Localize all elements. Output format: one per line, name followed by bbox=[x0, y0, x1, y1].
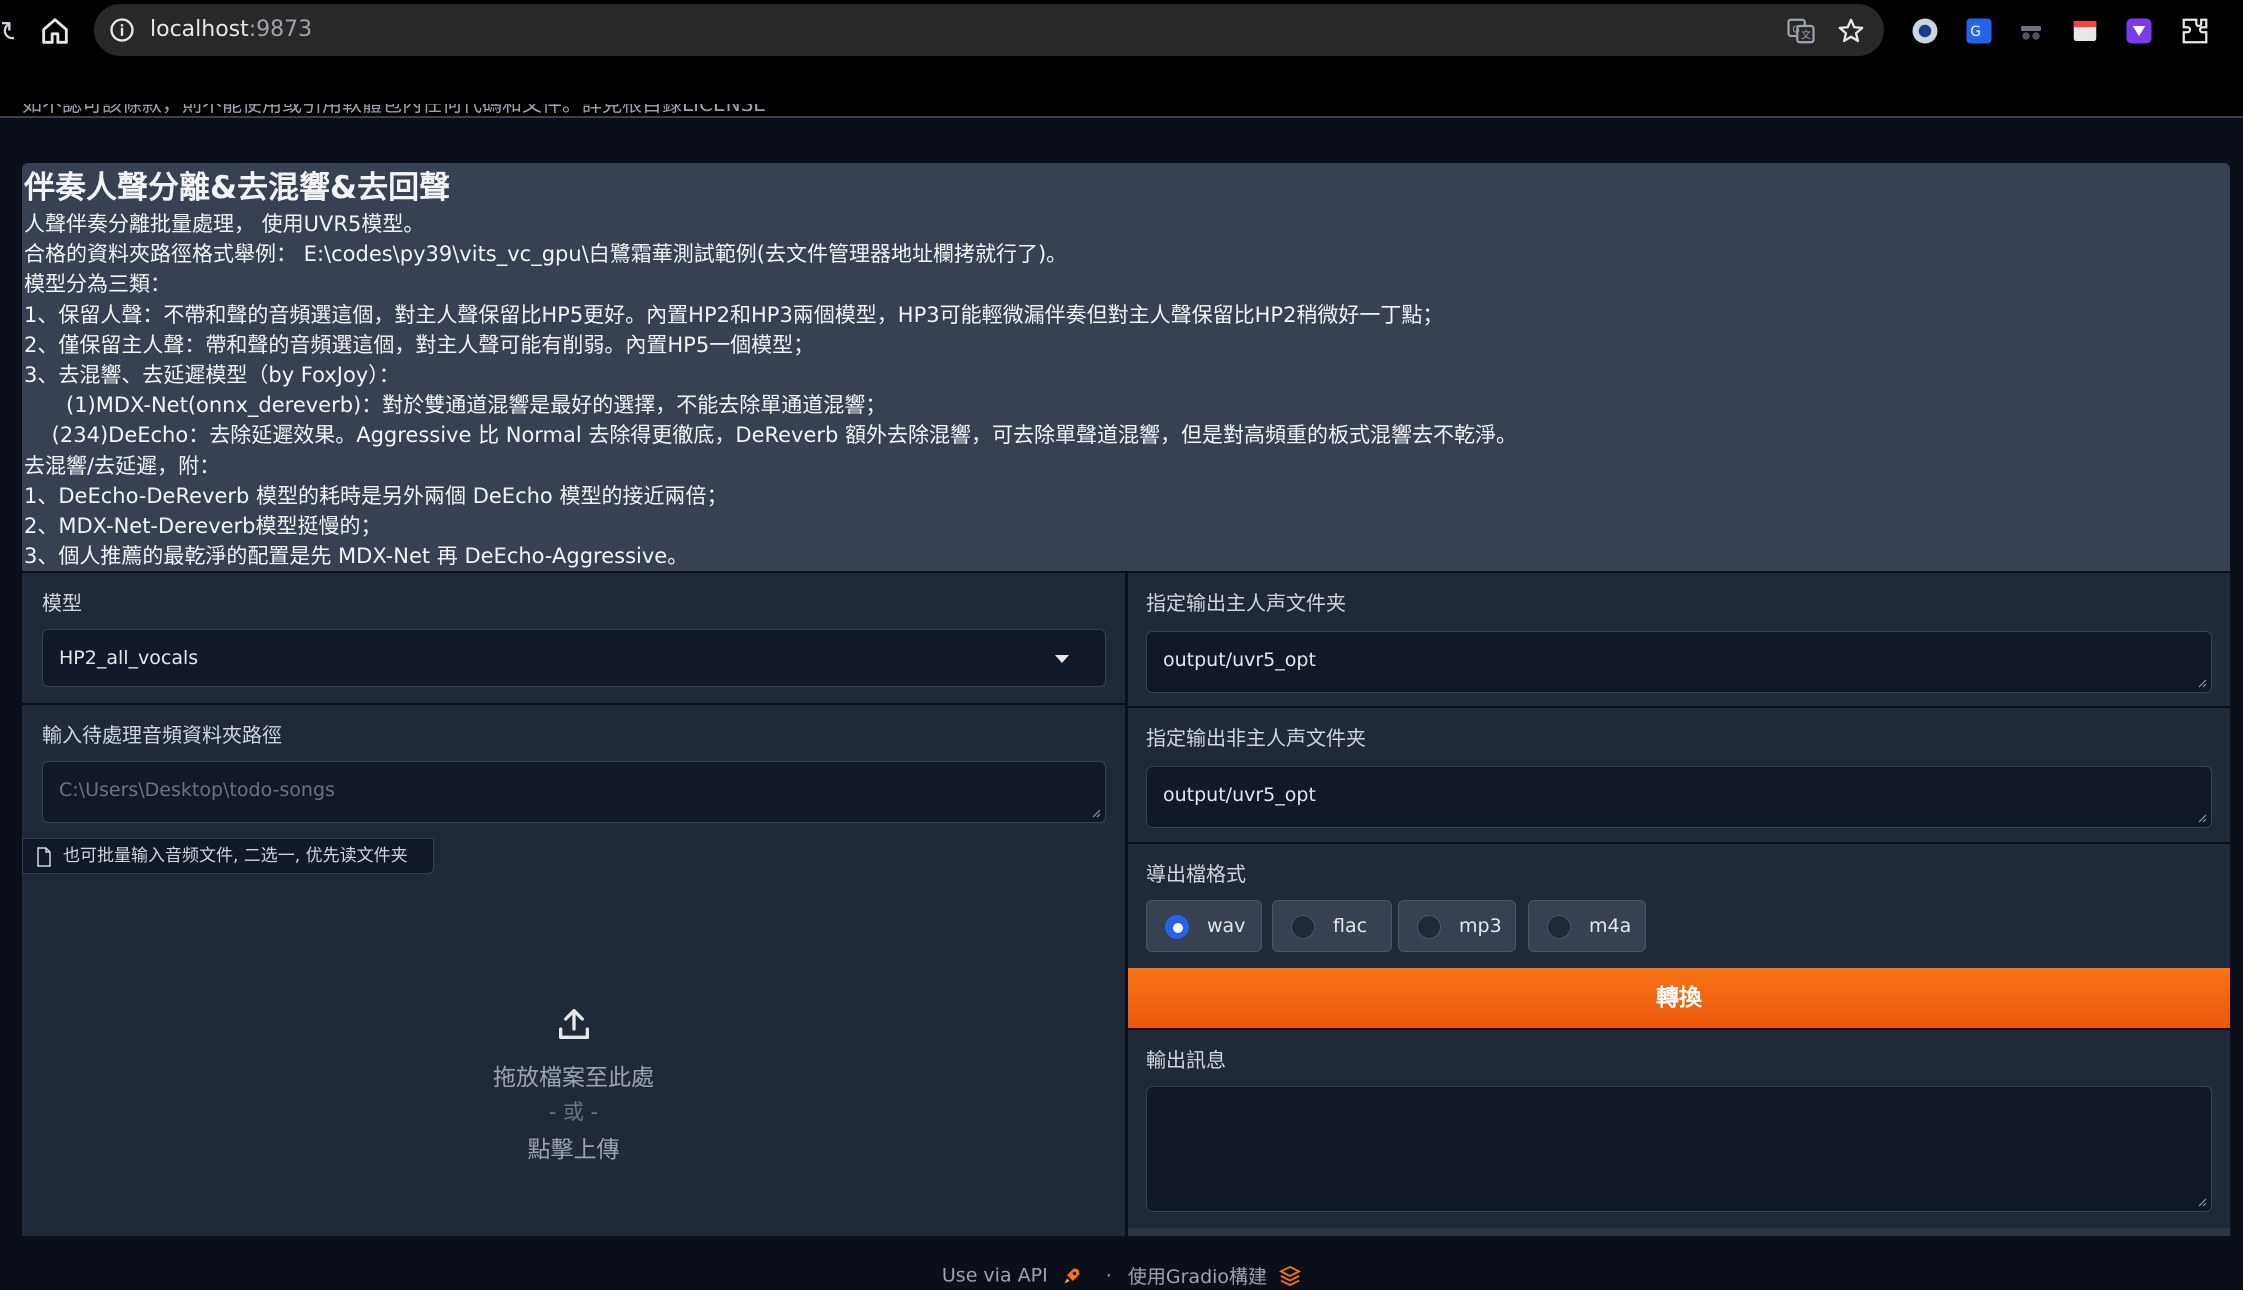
description-block: 伴奏人聲分離&去混響&去回聲 人聲伴奏分離批量處理， 使用UVR5模型。 合格的… bbox=[22, 163, 2230, 571]
extension-purple-icon[interactable] bbox=[2124, 16, 2154, 46]
site-info-icon[interactable] bbox=[108, 16, 136, 44]
radio-checked-icon bbox=[1165, 915, 1189, 939]
section-title: 伴奏人聲分離&去混響&去回聲 bbox=[24, 170, 451, 206]
input-dir-label: 輸入待處理音頻資料夾路徑 bbox=[42, 723, 282, 747]
desc-line: 2、MDX-Net-Dereverb模型挺慢的； bbox=[24, 513, 382, 538]
license-notice: 如不認可該條款，則不能使用或引用軟體包內任何代碼和文件。詳見根目錄LICENSE bbox=[22, 104, 766, 116]
svg-text:文: 文 bbox=[1801, 29, 1811, 42]
file-upload-label: 也可批量输入音频文件, 二选一, 优先读文件夹 bbox=[22, 838, 434, 874]
desc-line: 人聲伴奏分離批量處理， 使用UVR5模型。 bbox=[24, 212, 425, 236]
instrumental-output-panel: 指定输出非主人声文件夹 output/uvr5_opt bbox=[1128, 708, 2230, 842]
format-radio-m4a[interactable]: m4a bbox=[1528, 900, 1646, 952]
footer: Use via API · 使用Gradio構建 bbox=[0, 1262, 2243, 1289]
convert-button[interactable]: 轉換 bbox=[1128, 968, 2230, 1028]
desc-line: 合格的資料夾路徑格式舉例： E:\codes\py39\vits_vc_gpu\… bbox=[24, 242, 1068, 267]
home-icon[interactable] bbox=[38, 14, 72, 48]
built-with-gradio-link[interactable]: 使用Gradio構建 bbox=[1128, 1266, 1267, 1288]
desc-line: (1)MDX-Net(onnx_dereverb)：對於雙通道混響是最好的選擇，… bbox=[24, 393, 887, 418]
extension-translate-icon[interactable]: G bbox=[1964, 16, 1994, 46]
input-dir-placeholder: C:\Users\Desktop\todo-songs bbox=[59, 779, 335, 801]
dropzone-text-click: 點擊上傳 bbox=[527, 1137, 620, 1163]
vocal-output-panel: 指定输出主人声文件夹 output/uvr5_opt bbox=[1128, 573, 2230, 706]
svg-text:G: G bbox=[1970, 24, 1981, 40]
input-dir-textbox[interactable]: C:\Users\Desktop\todo-songs bbox=[42, 761, 1106, 823]
input-dir-panel: 輸入待處理音頻資料夾路徑 C:\Users\Desktop\todo-songs bbox=[22, 705, 1125, 838]
resize-grip-icon[interactable] bbox=[1091, 808, 1101, 818]
extension-spy-icon[interactable] bbox=[2016, 16, 2046, 46]
footer-separator: · bbox=[1105, 1264, 1112, 1287]
format-radio-mp3[interactable]: mp3 bbox=[1398, 900, 1516, 952]
desc-line: 2、僅保留主人聲：帶和聲的音頻選這個，對主人聲可能有削弱。內置HP5一個模型； bbox=[24, 332, 815, 357]
gradio-logo-icon bbox=[1278, 1265, 1302, 1286]
model-dropdown[interactable]: HP2_all_vocals bbox=[42, 629, 1106, 687]
model-label: 模型 bbox=[42, 591, 82, 615]
extension-window-icon[interactable] bbox=[2070, 16, 2100, 46]
output-info-panel: 輸出訊息 bbox=[1128, 1030, 2230, 1228]
file-dropzone[interactable]: 拖放檔案至此處 - 或 - 點擊上傳 bbox=[22, 874, 1125, 1236]
vocal-output-textbox[interactable]: output/uvr5_opt bbox=[1146, 631, 2212, 693]
browser-toolbar: ↻ localhost:9873 G 文 G bbox=[0, 0, 2243, 118]
model-panel: 模型 HP2_all_vocals bbox=[22, 573, 1125, 703]
format-radio-wav[interactable]: wav bbox=[1146, 900, 1262, 952]
vocal-output-value: output/uvr5_opt bbox=[1163, 649, 1316, 671]
desc-line: (234)DeEcho：去除延遲效果。Aggressive 比 Normal 去… bbox=[24, 423, 1518, 448]
svg-text:G: G bbox=[1792, 24, 1800, 35]
address-bar[interactable]: localhost:9873 G 文 bbox=[94, 4, 1884, 56]
desc-line: 模型分為三類： bbox=[24, 272, 171, 297]
desc-line: 1、DeEcho-DeReverb 模型的耗時是另外兩個 DeEcho 模型的接… bbox=[24, 483, 728, 508]
vocal-output-label: 指定输出主人声文件夹 bbox=[1146, 591, 1346, 615]
radio-unchecked-icon bbox=[1547, 915, 1571, 939]
dropzone-text-drop: 拖放檔案至此處 bbox=[493, 1065, 654, 1091]
format-radio-flac[interactable]: flac bbox=[1272, 900, 1392, 952]
upload-icon bbox=[559, 1009, 589, 1039]
radio-unchecked-icon bbox=[1291, 915, 1315, 939]
output-info-label: 輸出訊息 bbox=[1146, 1048, 1226, 1072]
instrumental-output-value: output/uvr5_opt bbox=[1163, 784, 1316, 806]
desc-line: 去混響/去延遲，附： bbox=[24, 453, 221, 478]
bookmark-star-icon[interactable] bbox=[1836, 16, 1866, 46]
desc-line: 3、個人推薦的最乾淨的配置是先 MDX-Net 再 DeEcho-Aggress… bbox=[24, 544, 689, 569]
extension-circle-icon[interactable] bbox=[1910, 16, 1940, 46]
description-lines: 人聲伴奏分離批量處理， 使用UVR5模型。 合格的資料夾路徑格式舉例： E:\c… bbox=[24, 209, 2224, 571]
chevron-down-icon bbox=[1055, 655, 1069, 663]
use-api-link[interactable]: Use via API bbox=[942, 1265, 1048, 1287]
desc-line: 1、保留人聲：不帶和聲的音頻選這個，對主人聲保留比HP5更好。內置HP2和HP3… bbox=[24, 302, 1444, 327]
resize-grip-icon[interactable] bbox=[2197, 813, 2207, 823]
resize-grip-icon[interactable] bbox=[2197, 1197, 2207, 1207]
translate-icon[interactable]: G 文 bbox=[1786, 16, 1816, 46]
panel-bottom-edge bbox=[1128, 1228, 2230, 1236]
extensions-puzzle-icon[interactable] bbox=[2180, 16, 2210, 46]
reload-icon[interactable]: ↻ bbox=[0, 16, 14, 48]
model-selected-value: HP2_all_vocals bbox=[59, 647, 199, 669]
url-text: localhost:9873 bbox=[150, 17, 313, 42]
file-icon bbox=[37, 847, 51, 867]
instrumental-output-label: 指定输出非主人声文件夹 bbox=[1146, 726, 1366, 750]
desc-line: 3、去混響、去延遲模型（by FoxJoy）： bbox=[24, 362, 400, 387]
dropzone-text-or: - 或 - bbox=[548, 1100, 599, 1124]
instrumental-output-textbox[interactable]: output/uvr5_opt bbox=[1146, 766, 2212, 828]
resize-grip-icon[interactable] bbox=[2197, 678, 2207, 688]
radio-unchecked-icon bbox=[1417, 915, 1441, 939]
format-label: 導出檔格式 bbox=[1146, 862, 1246, 886]
output-info-textbox[interactable] bbox=[1146, 1086, 2212, 1212]
rocket-icon bbox=[1064, 1268, 1080, 1283]
